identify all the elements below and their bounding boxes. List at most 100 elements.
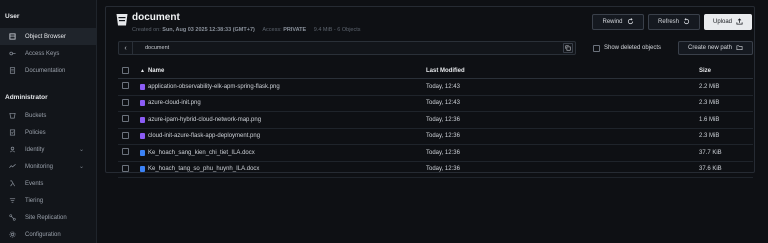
file-name[interactable]: cloud-init-azure-flask-app-deployment.pn… <box>148 133 260 139</box>
sidebar-item-monitoring[interactable]: Monitoring ⌄ <box>0 158 96 175</box>
policy-icon <box>8 129 16 137</box>
file-size: 2.2 MiB <box>699 83 720 90</box>
file-size: 2.3 MiB <box>699 133 720 140</box>
file-name[interactable]: application-observability-elk-apm-spring… <box>148 84 280 90</box>
show-deleted-label: Show deleted objects <box>604 45 662 51</box>
doc-file-icon <box>140 149 145 156</box>
column-header-name[interactable]: ▲ Name <box>140 68 426 74</box>
main-content: document Created on: Sun, Aug 03 2025 12… <box>103 0 758 243</box>
sidebar-item-label: Monitoring <box>25 163 54 170</box>
sidebar-item-events[interactable]: Events <box>0 175 96 192</box>
select-all-checkbox[interactable] <box>122 66 129 74</box>
row-checkbox[interactable] <box>122 164 129 172</box>
sidebar-item-buckets[interactable]: Buckets <box>0 107 96 124</box>
table-row[interactable]: cloud-init-azure-flask-app-deployment.pn… <box>118 129 753 145</box>
sidebar-item-label: Documentation <box>25 67 66 74</box>
object-browser-panel: document Created on: Sun, Aug 03 2025 12… <box>105 6 755 178</box>
object-browser-icon <box>8 33 16 41</box>
sidebar-item-identity[interactable]: Identity ⌄ <box>0 141 96 158</box>
file-name[interactable]: azure-ipam-hybrid-cloud-network-map.png <box>148 117 261 123</box>
sidebar-item-label: Identity <box>25 146 45 153</box>
access-value: PRIVATE <box>283 27 307 33</box>
refresh-icon <box>683 17 690 27</box>
sidebar-item-label: Configuration <box>25 231 61 238</box>
created-label: Created on: <box>132 27 161 33</box>
sidebar-item-object-browser[interactable]: Object Browser <box>0 28 96 45</box>
create-path-label: Create new path <box>687 45 733 51</box>
row-checkbox[interactable] <box>122 82 129 90</box>
tiering-icon <box>8 197 16 205</box>
upload-icon <box>736 17 743 27</box>
bucket-meta: Created on: Sun, Aug 03 2025 12:38:33 (G… <box>132 27 361 33</box>
replication-icon <box>8 214 16 222</box>
sidebar-item-access-keys[interactable]: Access Keys <box>0 45 96 62</box>
table-row[interactable]: Ke_hoach_sang_kien_chi_tiet_ILA.docx Tod… <box>118 145 753 162</box>
sidebar: User Object Browser Access Keys Document… <box>0 0 97 243</box>
back-arrow-icon[interactable]: ‹ <box>119 42 133 54</box>
sidebar-item-label: Events <box>25 180 44 187</box>
rewind-label: Rewind <box>602 19 623 25</box>
file-modified: Today, 12:43 <box>426 100 460 107</box>
upload-button[interactable]: Upload <box>704 14 752 30</box>
doc-file-icon <box>140 166 145 173</box>
current-path[interactable]: document <box>145 45 169 51</box>
rewind-icon <box>627 17 634 27</box>
refresh-button[interactable]: Refresh <box>648 14 700 30</box>
folder-plus-icon <box>736 44 743 53</box>
image-file-icon <box>140 116 145 123</box>
objects-table: ▲ Name Last Modified Size application-ob… <box>118 64 753 178</box>
rewind-button[interactable]: Rewind <box>592 14 644 30</box>
sidebar-item-label: Policies <box>25 129 46 136</box>
table-row[interactable]: Ke_hoach_tang_so_phu_huynh_ILA.docx Toda… <box>118 162 753 178</box>
image-file-icon <box>140 133 145 140</box>
file-name[interactable]: azure-cloud-init.png <box>148 100 201 106</box>
refresh-label: Refresh <box>657 19 679 25</box>
column-header-last-modified[interactable]: Last Modified <box>426 68 699 74</box>
bucket-icon <box>8 112 16 120</box>
file-size: 1.6 MiB <box>699 116 720 123</box>
bucket-title: document <box>132 12 180 23</box>
show-deleted-checkbox[interactable] <box>593 44 600 52</box>
chevron-down-icon[interactable]: ⌄ <box>79 163 84 170</box>
row-checkbox[interactable] <box>122 148 129 156</box>
chevron-down-icon[interactable]: ⌄ <box>79 146 84 153</box>
path-bar: ‹ document <box>118 41 576 55</box>
file-name[interactable]: Ke_hoach_tang_so_phu_huynh_ILA.docx <box>148 166 259 172</box>
access-label: Access: <box>262 27 282 33</box>
row-checkbox[interactable] <box>122 131 129 139</box>
identity-icon <box>8 146 16 154</box>
table-header: ▲ Name Last Modified Size <box>118 64 753 79</box>
copy-path-icon[interactable] <box>563 43 573 53</box>
show-deleted-toggle[interactable]: Show deleted objects <box>593 41 661 55</box>
image-file-icon <box>140 100 145 107</box>
file-size: 37.6 KiB <box>699 166 722 173</box>
table-row[interactable]: azure-ipam-hybrid-cloud-network-map.png … <box>118 112 753 129</box>
sidebar-item-policies[interactable]: Policies <box>0 124 96 141</box>
file-modified: Today, 12:36 <box>426 116 460 123</box>
table-row[interactable]: azure-cloud-init.png Today, 12:43 2.3 Mi… <box>118 96 753 112</box>
file-name[interactable]: Ke_hoach_sang_kien_chi_tiet_ILA.docx <box>148 150 255 156</box>
sidebar-item-label: Buckets <box>25 112 47 119</box>
monitoring-icon <box>8 163 16 171</box>
name-header-label: Name <box>147 68 165 74</box>
sidebar-item-documentation[interactable]: Documentation <box>0 62 96 79</box>
row-checkbox[interactable] <box>122 115 129 123</box>
sidebar-item-configuration[interactable]: Configuration <box>0 226 96 243</box>
column-header-size[interactable]: Size <box>699 68 753 74</box>
document-icon <box>8 67 16 75</box>
sidebar-section-administrator: Administrator <box>5 94 48 101</box>
row-checkbox[interactable] <box>122 98 129 106</box>
file-modified: Today, 12:36 <box>426 149 460 156</box>
upload-label: Upload <box>712 19 732 25</box>
sidebar-item-tiering[interactable]: Tiering <box>0 192 96 209</box>
create-new-path-button[interactable]: Create new path <box>678 41 753 55</box>
sidebar-item-site-replication[interactable]: Site Replication <box>0 209 96 226</box>
gear-icon <box>8 231 16 239</box>
created-value: Sun, Aug 03 2025 12:38:33 (GMT+7) <box>162 27 255 33</box>
sidebar-section-user: User <box>5 13 20 20</box>
key-icon <box>8 50 16 58</box>
table-row[interactable]: application-observability-elk-apm-spring… <box>118 79 753 96</box>
file-modified: Today, 12:36 <box>426 166 460 173</box>
file-modified: Today, 12:36 <box>426 133 460 140</box>
sort-up-icon: ▲ <box>140 68 145 74</box>
